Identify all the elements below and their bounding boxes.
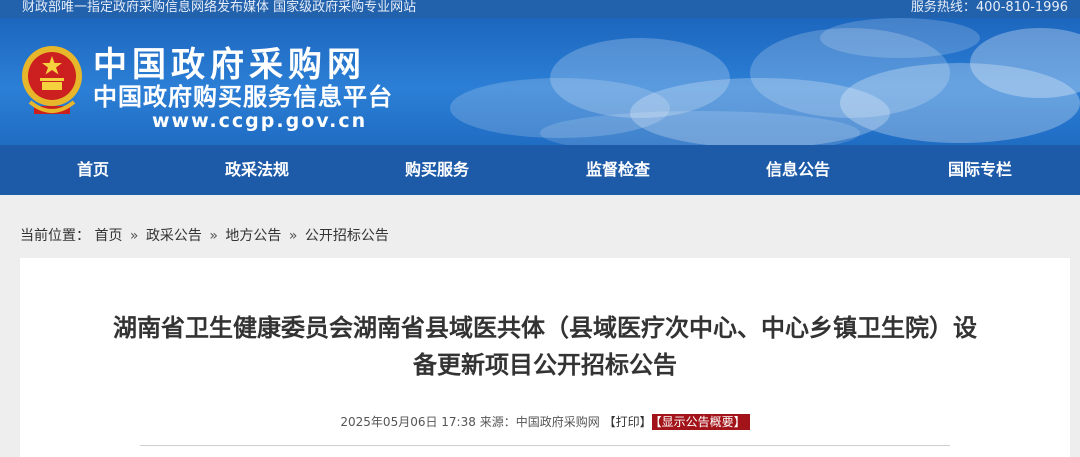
site-logo-subtitle: 中国政府购买服务信息平台	[93, 83, 393, 111]
publish-datetime: 2025年05月06日 17:38	[340, 415, 476, 429]
main-navigation: 首页 政采法规 购买服务 监督检查 信息公告 国际专栏	[0, 145, 1080, 195]
divider	[140, 445, 950, 446]
breadcrumb: 当前位置： 首页 » 政采公告 » 地方公告 » 公开招标公告	[20, 225, 389, 245]
nav-supervision[interactable]: 监督检查	[553, 145, 683, 195]
site-slogan: 财政部唯一指定政府采购信息网络发布媒体 国家级政府采购专业网站	[22, 0, 417, 15]
nav-international[interactable]: 国际专栏	[915, 145, 1045, 195]
source-label: 来源：	[479, 415, 516, 429]
breadcrumb-separator: »	[129, 228, 139, 244]
breadcrumb-prefix: 当前位置：	[20, 228, 90, 244]
breadcrumb-separator: »	[288, 228, 298, 244]
show-summary-button[interactable]: 【显示公告概要】	[651, 414, 750, 430]
breadcrumb-procurement-notices[interactable]: 政采公告	[146, 228, 202, 244]
print-button[interactable]: 【打印】	[604, 415, 652, 429]
article-title: 湖南省卫生健康委员会湖南省县域医共体（县域医疗次中心、中心乡镇卫生院）设 备更新…	[20, 310, 1070, 384]
nav-home[interactable]: 首页	[28, 145, 158, 195]
site-header: 中国政府采购网 中国政府购买服务信息平台 www.ccgp.gov.cn	[0, 18, 1080, 145]
national-emblem-icon	[22, 46, 82, 114]
service-hotline: 服务热线：400-810-1996	[910, 0, 1068, 15]
breadcrumb-public-tender[interactable]: 公开招标公告	[305, 228, 389, 244]
breadcrumb-home[interactable]: 首页	[94, 228, 122, 244]
breadcrumb-local-notices[interactable]: 地方公告	[225, 228, 281, 244]
site-url: www.ccgp.gov.cn	[152, 110, 368, 132]
article-title-line2: 备更新项目公开招标公告	[413, 351, 677, 379]
breadcrumb-separator: »	[209, 228, 218, 244]
site-logo-title: 中国政府采购网	[93, 45, 366, 85]
article-panel: 湖南省卫生健康委员会湖南省县域医共体（县域医疗次中心、中心乡镇卫生院）设 备更新…	[20, 258, 1070, 457]
nav-regulations[interactable]: 政采法规	[192, 145, 322, 195]
article-meta: 2025年05月06日 17:38 来源：中国政府采购网 【打印】 【显示公告概要…	[20, 413, 1070, 430]
nav-purchase-services[interactable]: 购买服务	[372, 145, 502, 195]
top-info-bar: 财政部唯一指定政府采购信息网络发布媒体 国家级政府采购专业网站 服务热线：400…	[0, 0, 1080, 18]
article-title-line1: 湖南省卫生健康委员会湖南省县域医共体（县域医疗次中心、中心乡镇卫生院）设	[113, 314, 977, 342]
nav-announcements[interactable]: 信息公告	[733, 145, 863, 195]
source-name: 中国政府采购网	[515, 415, 600, 429]
